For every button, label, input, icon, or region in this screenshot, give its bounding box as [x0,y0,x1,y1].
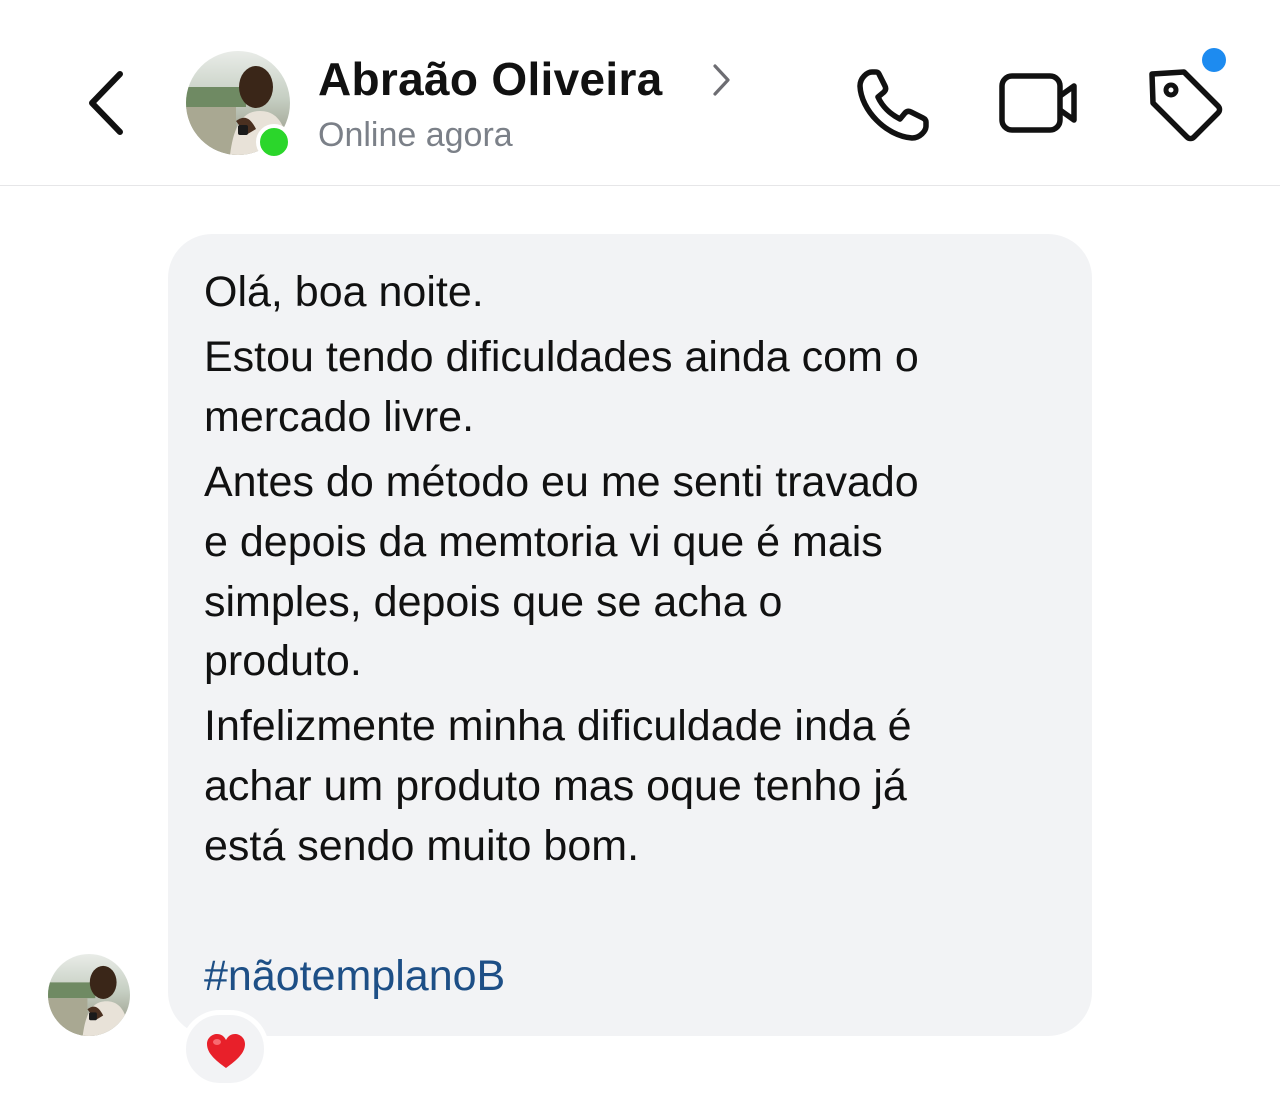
message-line: Estou tendo dificuldades ainda com o [204,333,919,381]
message-line: está sendo muito bom. [204,822,640,870]
message-line: produto. [204,637,362,685]
chevron-right-icon [713,64,730,96]
message-line: e depois da memtoria vi que é mais [204,518,883,566]
message-line: mercado livre. [204,393,475,441]
status-text: Online agora [318,116,513,154]
online-status-dot [256,124,292,160]
tag-button[interactable] [1140,60,1230,146]
call-button[interactable] [852,64,934,146]
video-camera-icon [999,73,1077,133]
tag-icon [1149,69,1223,142]
contact-name[interactable]: Abraão Oliveira [318,52,663,106]
hashtag-link[interactable]: #nãotemplanoB [204,950,505,1002]
message-line: Infelizmente minha dificuldade inda é [204,702,912,750]
chevron-left-icon [89,71,123,135]
sender-avatar[interactable] [48,954,130,1036]
message-line: achar um produto mas oque tenho já [204,762,907,810]
heart-icon [207,1034,245,1068]
video-call-button[interactable] [996,66,1082,142]
contact-details-button[interactable] [706,60,736,100]
reaction-badge[interactable] [181,1010,269,1088]
message-line: simples, depois que se acha o [204,578,783,626]
message-line: Olá, boa noite. [204,268,484,316]
back-button[interactable] [78,62,138,142]
phone-icon [857,69,929,141]
message-line: Antes do método eu me senti travado [204,458,919,506]
notification-dot [1202,48,1226,72]
chat-header: Abraão Oliveira Online agora [0,0,1280,186]
